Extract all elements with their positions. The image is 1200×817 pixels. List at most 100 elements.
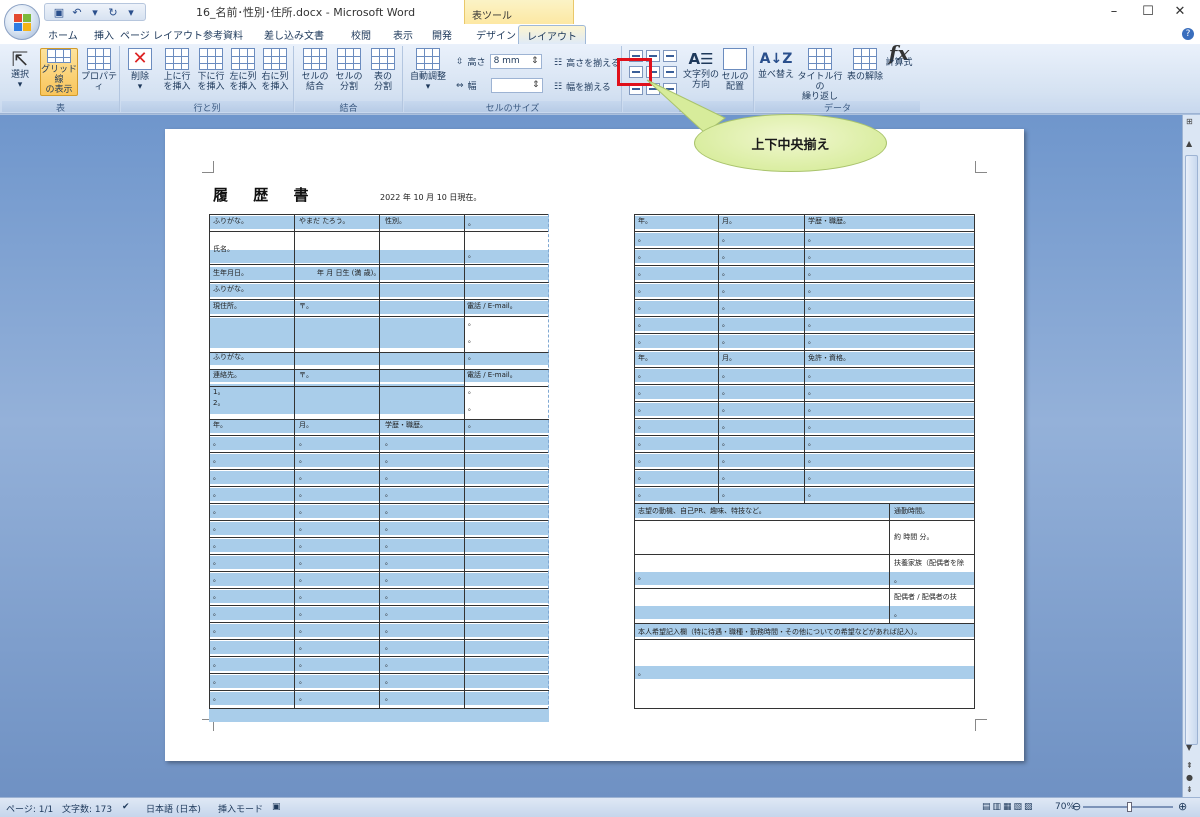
align-top-right-icon[interactable] [663,50,677,62]
insert-above-button[interactable]: 上に行 を挿入 [161,48,193,92]
tab-page-layout[interactable]: ページ レイアウト [120,27,203,42]
label-year-right: 年。 [638,217,652,225]
align-center-right-icon[interactable] [663,66,677,79]
group-table: ⇱ 選択 ▾ グリッド線 の表示 プロパティ 表 [2,46,120,114]
spellcheck-icon[interactable]: ✔ [122,802,130,812]
maximize-button[interactable]: ☐ [1138,4,1158,20]
select-button[interactable]: ⇱ 選択 ▾ [6,48,34,90]
autofit-button[interactable]: 自動調整 ▾ [408,48,448,92]
cell-end-mark: 。 [638,439,645,447]
distribute-columns-button[interactable]: ☷ 幅を揃える [554,80,611,94]
cell-end-mark: 。 [722,269,729,277]
resume-title: 履 歴 書 [213,186,319,204]
formula-button[interactable]: fx 計算式 [883,43,915,68]
label-address: 現住所。 [213,302,241,310]
left-table[interactable]: 。。。。。。。。。。。。。。。。。。。。。。。。。。。。。。。。。。。。。。。。… [209,214,549,722]
help-icon[interactable]: ? [1182,28,1194,40]
insert-right-button[interactable]: 右に列 を挿入 [259,48,291,92]
split-table-button[interactable]: 表の 分割 [367,48,399,92]
table-row [634,606,974,619]
merge-cells-button[interactable]: セルの 結合 [299,48,331,92]
zoom-in-icon[interactable]: ⊕ [1178,800,1187,813]
vertical-scrollbar[interactable]: ⊞ ▲ ▼ ⇞ ● ⇟ [1182,115,1200,797]
document-page[interactable]: 履 歴 書 2022 年 10 月 10 日現在。 。。。。。。。。。。。。。。… [165,129,1024,761]
cell-end-mark: 。 [299,524,306,532]
cell-end-mark: 。 [385,677,392,685]
cell-end-mark: 。 [808,320,815,328]
close-button[interactable]: ✕ [1170,4,1190,20]
column-line [889,503,890,623]
tab-mailings[interactable]: 差し込み文書 [264,27,324,42]
previous-page-icon[interactable]: ⇞ [1186,761,1193,770]
scrollbar-thumb[interactable] [1185,155,1198,745]
repeat-header-rows-button[interactable]: タイトル行の 繰り返し [795,48,845,102]
group-cell-size: 自動調整 ▾ ⇳ 高さ 8 mm ⇔ 幅 ☷ 高さを揃える ☷ 幅を揃える セル… [404,46,622,114]
sort-button[interactable]: A↓Z 並べ替え [757,48,795,80]
properties-button[interactable]: プロパティ [80,48,118,92]
cell-end-mark: 。 [722,388,729,396]
label-furigana-address: ふりがな。 [213,285,248,293]
zoom-out-icon[interactable]: ⊖ [1072,800,1081,813]
tab-design[interactable]: デザイン [476,27,516,42]
view-buttons[interactable]: ▤▥▦▧▨ [982,802,1035,812]
redo-icon[interactable]: ↻ [105,5,121,19]
undo-icon[interactable]: ↶ [69,5,85,19]
insert-below-button[interactable]: 下に行 を挿入 [195,48,227,92]
macro-record-icon[interactable]: ▣ [272,802,281,812]
tab-insert[interactable]: 挿入 [94,27,114,42]
customize-qat-icon[interactable]: ▾ [123,5,139,19]
table-tools-header: 表ツール [464,0,574,24]
ruler-toggle-icon[interactable]: ⊞ [1186,117,1193,126]
label-history-right: 学歴・職歴。 [808,217,850,225]
scroll-down-icon[interactable]: ▼ [1186,743,1192,752]
undo-dropdown-icon[interactable]: ▾ [87,5,103,19]
tab-references[interactable]: 参考資料 [203,27,243,42]
delete-button[interactable]: ✕ 削除 ▾ [125,48,155,92]
cell-end-mark: 。 [299,507,306,515]
word-count[interactable]: 文字数: 173 [62,802,112,815]
callout-bubble: 上下中央揃え [694,114,887,172]
right-table[interactable]: 。。。。。。。。。。。。。。。。。。。。。。。。。。。。。。。。。。。。。。。。… [634,214,975,709]
split-table-icon [371,48,395,70]
page-indicator[interactable]: ページ: 1/1 [6,802,53,815]
cell-end-mark: 。 [385,626,392,634]
zoom-slider-knob[interactable] [1127,802,1132,812]
cell-end-mark: 。 [213,439,220,447]
view-gridlines-button[interactable]: グリッド線 の表示 [40,48,78,96]
next-page-icon[interactable]: ⇟ [1186,785,1193,794]
column-width-icon: ⇔ [456,80,464,91]
status-bar: ページ: 1/1 文字数: 173 ✔ 日本語 (日本) 挿入モード ▣ ▤▥▦… [0,797,1200,817]
tab-developer[interactable]: 開発 [432,27,452,42]
minimize-button[interactable]: – [1104,4,1124,20]
tab-view[interactable]: 表示 [393,27,413,42]
save-icon[interactable]: ▣ [51,5,67,19]
table-border [209,214,210,709]
cell-end-mark: 。 [808,303,815,311]
convert-to-text-button[interactable]: 表の解除 [845,48,885,82]
tab-layout[interactable]: レイアウト [518,25,586,44]
width-input[interactable] [490,78,543,93]
height-control: ⇳ 高さ 8 mm [456,54,542,69]
office-button[interactable] [4,4,40,40]
scroll-up-icon[interactable]: ▲ [1186,139,1192,148]
tab-home[interactable]: ホーム [48,27,78,42]
cell-end-mark: 。 [894,610,901,618]
cell-end-mark: 。 [213,575,220,583]
browse-object-icon[interactable]: ● [1186,773,1193,782]
text-direction-icon: A☰ [688,50,714,68]
cell-end-mark: 。 [638,371,645,379]
language-indicator[interactable]: 日本語 (日本) [146,802,201,815]
distribute-rows-button[interactable]: ☷ 高さを揃える [554,56,620,70]
cell-end-mark: 。 [722,456,729,464]
tab-review[interactable]: 校閲 [351,27,371,42]
height-input[interactable]: 8 mm [489,54,542,69]
split-cells-button[interactable]: セルの 分割 [333,48,365,92]
table-row [634,572,889,585]
table-line [634,639,974,640]
cell-end-mark: 。 [385,643,392,651]
cell-end-mark: 。 [808,388,815,396]
cell-end-mark: 。 [213,643,220,651]
insert-mode-indicator[interactable]: 挿入モード [218,802,263,815]
insert-left-button[interactable]: 左に列 を挿入 [227,48,259,92]
cell-end-mark: 。 [638,388,645,396]
